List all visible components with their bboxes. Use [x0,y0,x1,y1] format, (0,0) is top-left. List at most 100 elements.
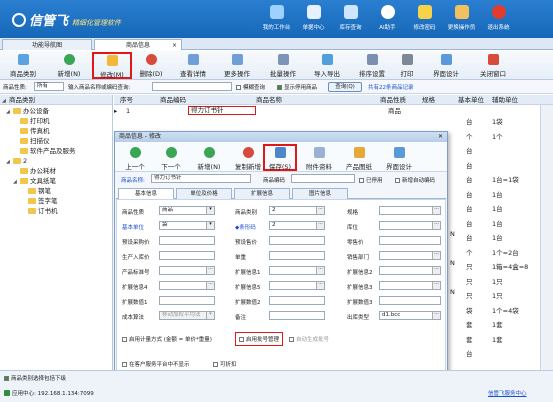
ellipsis-icon[interactable]: ··· [316,222,324,229]
tab-extended-info[interactable]: 扩展信息 [234,188,290,199]
sale-price-field[interactable] [269,236,325,245]
drawing-button[interactable]: 产品图纸 [341,146,377,172]
ext-info-2-field[interactable]: ··· [379,266,441,275]
column-header[interactable]: 规格 [422,95,435,105]
dialog-add-button[interactable]: 新增(N) [191,146,227,172]
auto-batch-option[interactable]: 自动生成批号 [289,335,329,343]
nav-password[interactable]: 修改密码 [406,3,443,31]
chevron-down-icon[interactable]: ▾ [206,312,214,319]
search-input[interactable] [152,82,232,91]
cost-method-select[interactable]: 移动加权平均法 ▾ [159,311,215,320]
attachment-button[interactable]: 附件资料 [301,146,337,172]
auto-batch-checkbox[interactable] [289,337,294,342]
discount-checkbox[interactable] [213,362,218,367]
import-export-button[interactable]: 导入导出 [306,53,348,79]
tree-node[interactable]: 扫描仪 [20,136,50,146]
unit-weight-field[interactable] [269,251,325,260]
include-subcategories-option[interactable]: 商品类别选择包括下级 [4,374,66,382]
disabled-option[interactable]: 已停用 [359,176,383,184]
ellipsis-icon[interactable]: ··· [316,267,324,274]
column-header[interactable]: 商品编码 [160,95,186,105]
tree-root[interactable]: ◢ 商品类别 [0,95,112,105]
query-button[interactable]: 查询(Q) [328,82,362,92]
tree-node[interactable]: 传真机 [20,126,50,136]
expand-icon[interactable]: ◢ [13,177,20,187]
column-header[interactable]: 辅助单位 [492,95,518,105]
nav-exit[interactable]: 退出系统 [480,3,517,31]
auto-code-checkbox[interactable] [395,178,400,183]
nav-switch-operator[interactable]: 更换操作员 [443,3,480,31]
ellipsis-icon[interactable]: ··· [206,282,214,289]
ellipsis-icon[interactable]: ··· [432,207,440,214]
copy-add-button[interactable]: 复制新增 [229,146,267,172]
sort-settings-button[interactable]: 排序设置 [352,53,392,79]
nav-ai[interactable]: AI助手 [369,3,406,31]
expand-icon[interactable]: ◢ [6,157,13,167]
chevron-down-icon[interactable]: ▾ [206,222,214,229]
ellipsis-icon[interactable]: ··· [432,312,440,319]
barcode-field[interactable]: 2 ··· [269,221,325,230]
tab-units-prices[interactable]: 单位及价格 [176,188,232,199]
view-details-button[interactable]: 查看详情 [172,53,214,79]
ellipsis-icon[interactable]: ··· [432,267,440,274]
tree-node[interactable]: 订书机 [28,206,58,216]
product-type-select[interactable]: 商品 ▾ [159,206,215,215]
spec-field[interactable]: ··· [379,206,441,215]
product-name-cell[interactable]: 得力订书针 [188,106,256,115]
tree-node[interactable]: 打印机 [20,116,50,126]
category-button[interactable]: 商品类别 [2,53,44,79]
show-disabled-checkbox[interactable] [277,85,282,90]
batch-button[interactable]: 批量操作 [262,53,304,79]
expand-icon[interactable]: ◢ [2,96,9,106]
table-row[interactable]: ▸ 1 得力订书针 商品 [114,106,540,116]
ellipsis-icon[interactable]: ··· [432,222,440,229]
ext-number-1-field[interactable] [159,296,215,305]
prev-button[interactable]: 上一个 [119,146,151,172]
hide-client-checkbox[interactable] [122,362,127,367]
metering-checkbox[interactable] [122,337,127,342]
ext-info-3-field[interactable]: ··· [379,281,441,290]
batch-checkbox[interactable] [239,337,244,342]
service-center-link[interactable]: 信管飞服务中心 [488,389,527,397]
interface-design-button[interactable]: 界面设计 [424,53,468,79]
delete-button[interactable]: 删除(D) [134,53,168,79]
save-button[interactable]: 保存(S) [263,144,297,171]
close-icon[interactable]: × [172,40,177,51]
tree-node[interactable]: ◢ 2 [6,156,27,166]
ext-info-5-field[interactable]: ··· [269,281,325,290]
sales-dept-field[interactable]: ··· [379,251,441,260]
tree-node[interactable]: 签字笔 [28,196,58,206]
close-icon[interactable]: ✕ [438,132,443,142]
product-code-field[interactable] [291,174,355,183]
purchase-price-field[interactable] [159,236,215,245]
tab-basic-info[interactable]: 基本信息 [118,188,174,199]
product-name-field[interactable]: 得力订书针 [151,174,251,183]
next-button[interactable]: 下一个 [155,146,187,172]
tree-node[interactable]: 钢笔 [28,186,51,196]
ext-info-4-field[interactable]: ··· [159,281,215,290]
close-window-button[interactable]: 关闭窗口 [472,53,514,79]
column-header[interactable]: 商品性质 [380,95,406,105]
show-disabled-option[interactable]: 显示停用商品 [277,83,317,91]
hide-client-option[interactable]: 在客户服务平台中不显示 [122,360,190,368]
production-price-field[interactable] [159,251,215,260]
include-subcategories-checkbox[interactable] [4,376,9,381]
ext-number-2-field[interactable] [269,296,325,305]
base-unit-select[interactable]: 袋 ▾ [159,221,215,230]
nav-inventory[interactable]: 库存查询 [332,3,369,31]
ellipsis-icon[interactable]: ··· [206,267,214,274]
tab-image-info[interactable]: 图片信息 [292,188,348,199]
more-actions-button[interactable]: 更多操作 [216,53,258,79]
tree-node[interactable]: ◢ 办公设备 [6,106,49,116]
tree-node[interactable]: 软件产品及服务 [20,146,76,156]
column-header[interactable]: 基本单位 [458,95,484,105]
ellipsis-icon[interactable]: ··· [432,282,440,289]
location-field[interactable]: ··· [379,221,441,230]
nav-workbench[interactable]: 我的工作台 [258,3,295,31]
category-field[interactable]: 2 ··· [269,206,325,215]
expand-icon[interactable]: ◢ [6,107,13,117]
vertical-scrollbar[interactable] [540,105,553,370]
print-button[interactable]: 打印 [394,53,420,79]
batch-management-option[interactable]: 启用批号管理 [235,332,284,346]
metering-option[interactable]: 启用计量方式 (金额 = 单价*重量) [122,335,212,343]
